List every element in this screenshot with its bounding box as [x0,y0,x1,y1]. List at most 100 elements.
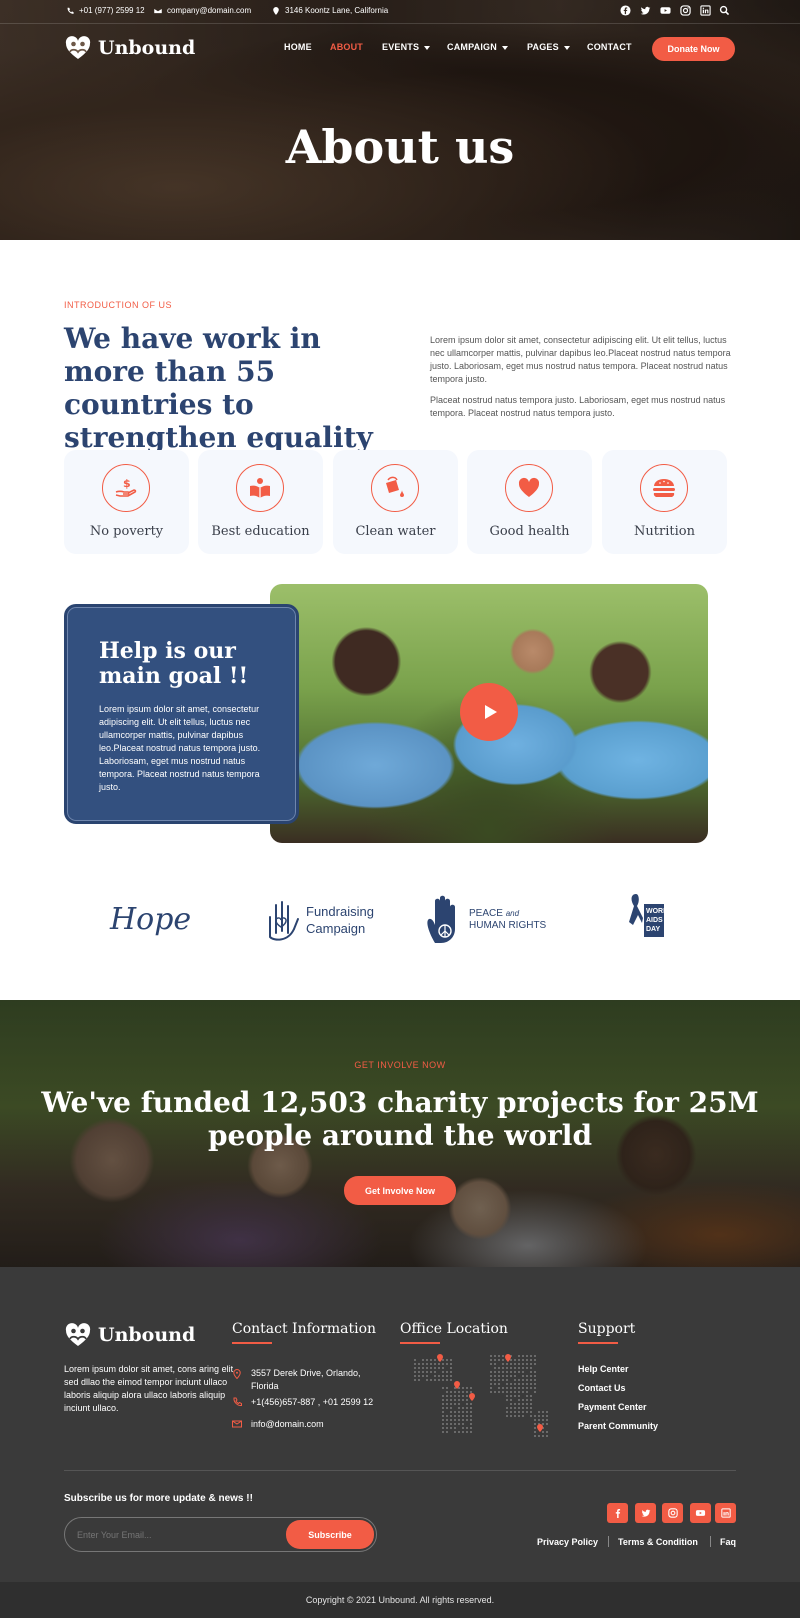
topbar-email[interactable]: company@domain.com [154,6,251,15]
peace-hand-icon [427,895,455,943]
chevron-down-icon [563,45,570,50]
fundraising-line-1: Fundraising [306,904,374,919]
nav-about-label: ABOUT [330,42,363,52]
youtube-icon[interactable] [660,5,671,16]
donation-hand-icon: $ [102,464,150,512]
topbar-email-text: company@domain.com [167,6,252,15]
chevron-down-icon [501,45,508,50]
topbar-phone-text: +01 (977) 2599 12 [79,6,145,15]
fundraising-line-2: Campaign [306,921,366,936]
phone-icon [67,7,74,14]
play-icon [485,705,497,719]
instagram-icon[interactable] [680,5,691,16]
cause-card-good-health[interactable]: Good health [467,450,592,554]
partner-logo-world-aids-day: WORLD AIDS DAY [628,892,678,948]
legal-separator [608,1536,609,1547]
burger-icon [640,464,688,512]
cause-label: Best education [211,524,310,539]
subscribe-email-input[interactable] [77,1526,267,1543]
office-title: Office Location [400,1321,508,1337]
page-title: About us [285,120,515,174]
support-link-contact-us[interactable]: Contact Us [578,1383,626,1393]
copyright-bar: Copyright © 2021 Unbound. All rights res… [0,1582,800,1618]
support-link-payment-center[interactable]: Payment Center [578,1402,647,1412]
contact-title: Contact Information [232,1321,377,1337]
aids-line-2: AIDS [646,916,663,924]
office-title-underline [400,1342,440,1344]
intro-paragraph-2: Placeat nostrud natus tempora justo. Lab… [430,395,726,418]
intro-paragraph-1: Lorem ipsum dolor sit amet, consectetur … [430,335,731,384]
peace-word: PEACE [469,908,503,919]
cause-card-nutrition[interactable]: Nutrition [602,450,727,554]
footer: Unbound Lorem ipsum dolor sit amet, cons… [0,1267,800,1582]
cause-card-no-poverty[interactable]: $ No poverty [64,450,189,554]
topbar-phone[interactable]: +01 (977) 2599 12 [66,6,145,15]
get-involved-button[interactable]: Get Involve Now [344,1176,456,1205]
nav-home[interactable]: HOME [284,42,312,52]
book-icon [236,464,284,512]
cause-card-best-education[interactable]: Best education [198,450,323,554]
subscribe-button[interactable]: Subscribe [286,1520,374,1549]
topbar-address: 3146 Koontz Lane, California [272,6,388,15]
legal-link-faq[interactable]: Faq [720,1537,736,1547]
location-pin-icon [233,1369,241,1379]
envelope-icon [154,7,162,14]
heart-icon [505,464,553,512]
contact-email[interactable]: info@domain.com [251,1418,324,1431]
help-card: Help is our main goal !! Lorem ipsum dol… [64,604,299,824]
donate-label: Donate Now [667,44,720,54]
svg-text:$: $ [123,477,131,490]
nav-pages[interactable]: PAGES [527,42,570,52]
legal-separator [710,1536,711,1547]
ribbon-icon [629,894,643,925]
contact-phone[interactable]: +1(456)657-887 , +01 2599 12 [251,1396,373,1409]
twitter-icon[interactable] [640,5,651,16]
footer-facebook-icon[interactable] [607,1503,628,1523]
footer-instagram-icon[interactable] [662,1503,683,1523]
partner-logo-fundraising: Fundraising Campaign [262,892,382,948]
play-button[interactable] [460,683,518,741]
water-bucket-icon [371,464,419,512]
hero-banner: +01 (977) 2599 12 company@domain.com 314… [0,0,800,240]
facebook-icon[interactable] [620,5,631,16]
top-bar: +01 (977) 2599 12 company@domain.com 314… [0,0,800,24]
nav-events[interactable]: EVENTS [382,42,431,52]
nav-contact-label: CONTACT [587,42,632,52]
support-link-parent-community[interactable]: Parent Community [578,1421,658,1431]
legal-link-terms[interactable]: Terms & Condition [618,1537,698,1547]
phone-icon [233,1397,242,1407]
nav-campaign[interactable]: CAMPAIGN [447,42,508,52]
linkedin-icon[interactable] [700,5,711,16]
cta-heading: We've funded 12,503 charity projects for… [41,1086,759,1152]
nav-about[interactable]: ABOUT [330,42,363,52]
nav-contact[interactable]: CONTACT [587,42,632,52]
cause-card-clean-water[interactable]: Clean water [333,450,458,554]
cause-label: No poverty [89,524,164,539]
cta-banner: GET INVOLVE NOW We've funded 12,503 char… [0,1000,800,1267]
get-involved-label: Get Involve Now [364,1185,435,1196]
help-heading: Help is our main goal !! [99,638,249,689]
support-title: Support [578,1321,636,1337]
logo-heart-people-icon [65,36,91,59]
footer-twitter-icon[interactable] [635,1503,656,1523]
footer-linkedin-icon[interactable] [715,1503,736,1523]
support-title-underline [578,1342,618,1344]
footer-about-text: Lorem ipsum dolor sit amet, cons aring e… [64,1364,234,1413]
location-pin-icon [273,6,279,15]
nav-events-label: EVENTS [382,42,420,52]
search-icon[interactable] [719,5,730,16]
footer-youtube-icon[interactable] [690,1503,711,1523]
aids-line-1: WORLD [646,907,664,915]
peace-and-word: and [505,909,520,918]
logo-text: Unbound [98,37,196,59]
site-logo[interactable]: Unbound [64,34,195,62]
support-link-help-center[interactable]: Help Center [578,1364,629,1374]
donate-button[interactable]: Donate Now [652,37,735,61]
hope-logo-text: Hope [110,902,192,937]
legal-link-privacy[interactable]: Privacy Policy [537,1537,598,1547]
copyright-text: Copyright © 2021 Unbound. All rights res… [305,1595,495,1605]
partner-logo-hope: Hope [110,892,192,948]
intro-eyebrow: INTRODUCTION OF US [64,300,172,310]
footer-logo[interactable]: Unbound [64,1321,195,1349]
nav-campaign-label: CAMPAIGN [447,42,497,52]
